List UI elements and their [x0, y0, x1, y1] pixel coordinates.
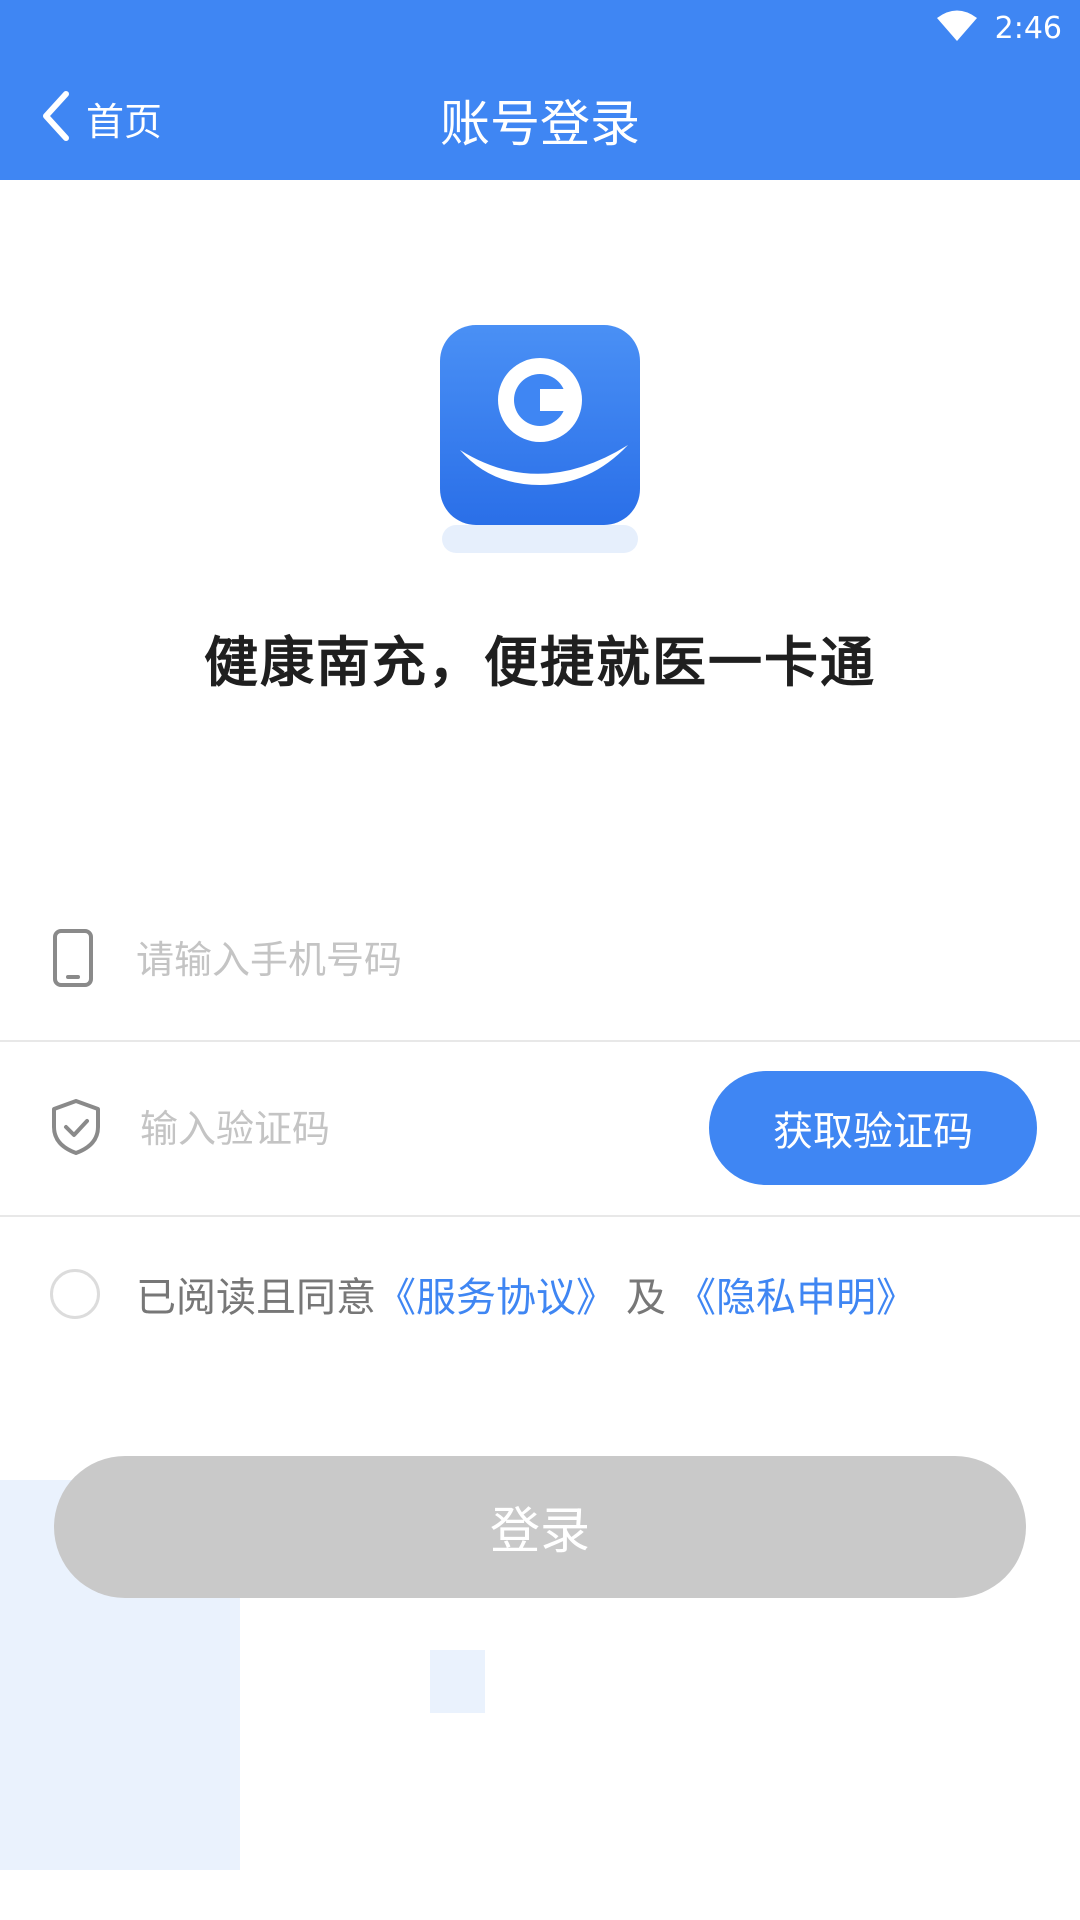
get-code-button[interactable]: 获取验证码	[709, 1071, 1037, 1185]
privacy-policy-link[interactable]: 《隐私申明》	[676, 1265, 916, 1323]
agree-checkbox[interactable]	[50, 1269, 100, 1319]
agreement-row: 已阅读且同意 《服务协议》 及 《隐私申明》	[50, 1266, 916, 1322]
status-time: 2:46	[994, 10, 1062, 46]
service-agreement-link[interactable]: 《服务协议》	[376, 1265, 616, 1323]
agreement-and: 及	[626, 1275, 666, 1321]
agreement-prefix: 已阅读且同意	[136, 1275, 376, 1321]
page-title: 账号登录	[440, 95, 640, 153]
phone-icon	[48, 927, 98, 993]
app-logo	[440, 325, 640, 553]
status-bar: 2:46	[935, 8, 1062, 48]
shield-check-icon	[48, 1097, 104, 1161]
code-row: 获取验证码	[0, 1042, 1080, 1217]
wifi-icon	[935, 9, 979, 47]
verification-code-input[interactable]	[138, 1105, 682, 1152]
slogan: 健康南充，便捷就医一卡通	[204, 631, 876, 694]
app-header: 2:46 首页 账号登录	[0, 0, 1080, 180]
phone-row	[0, 880, 1080, 1042]
background-decoration	[430, 1650, 485, 1713]
phone-input[interactable]	[134, 937, 938, 983]
login-button[interactable]: 登录	[54, 1456, 1026, 1598]
